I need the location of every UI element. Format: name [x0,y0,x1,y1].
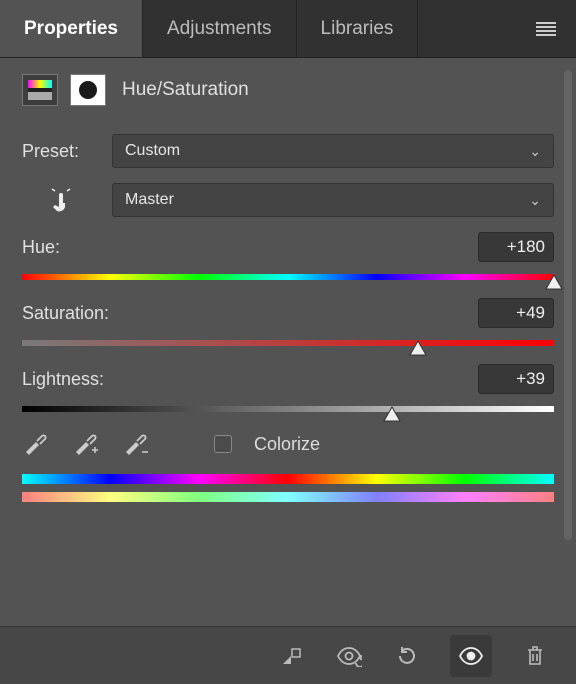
saturation-label: Saturation: [22,303,109,324]
colorize-checkbox[interactable] [214,435,232,453]
panel-scrollbar[interactable] [564,70,572,540]
tab-properties[interactable]: Properties [0,0,143,57]
hue-slider[interactable] [22,274,554,280]
toggle-visibility-icon[interactable] [450,635,492,677]
adjustment-type-icon [22,74,58,106]
eyedropper-subtract-icon[interactable] [122,430,150,458]
chevron-down-icon: ⌄ [529,192,541,209]
saturation-slider[interactable] [22,340,554,346]
panel-title: Hue/Saturation [122,79,249,101]
panel-menu-icon[interactable] [536,22,556,36]
properties-panel: Hue/Saturation Preset: Custom ⌄ Master ⌄… [0,58,576,626]
saturation-value-input[interactable] [478,298,554,328]
lightness-label: Lightness: [22,369,104,390]
tab-libraries[interactable]: Libraries [297,0,419,57]
panel-tabbar: Properties Adjustments Libraries [0,0,576,58]
reset-icon[interactable] [392,641,422,671]
view-previous-state-icon[interactable] [334,641,364,671]
hue-label: Hue: [22,237,60,258]
hue-slider-thumb[interactable] [544,273,564,291]
clip-to-layer-icon[interactable] [276,641,306,671]
hue-value-input[interactable] [478,232,554,262]
targeted-adjustment-icon[interactable] [22,182,100,218]
tab-adjustments[interactable]: Adjustments [143,0,297,57]
lightness-slider-thumb[interactable] [382,405,402,423]
delete-icon[interactable] [520,641,550,671]
layer-mask-icon[interactable] [70,74,106,106]
color-range-display [22,474,554,502]
preset-select[interactable]: Custom ⌄ [112,134,554,168]
preset-label: Preset: [22,141,100,162]
channel-select[interactable]: Master ⌄ [112,183,554,217]
colorize-label: Colorize [254,434,320,455]
preset-value: Custom [125,142,180,160]
eyedropper-icon[interactable] [22,430,50,458]
chevron-down-icon: ⌄ [529,143,541,160]
panel-footer [0,626,576,684]
eyedropper-add-icon[interactable] [72,430,100,458]
saturation-slider-thumb[interactable] [408,339,428,357]
lightness-value-input[interactable] [478,364,554,394]
lightness-slider[interactable] [22,406,554,412]
channel-value: Master [125,191,174,209]
